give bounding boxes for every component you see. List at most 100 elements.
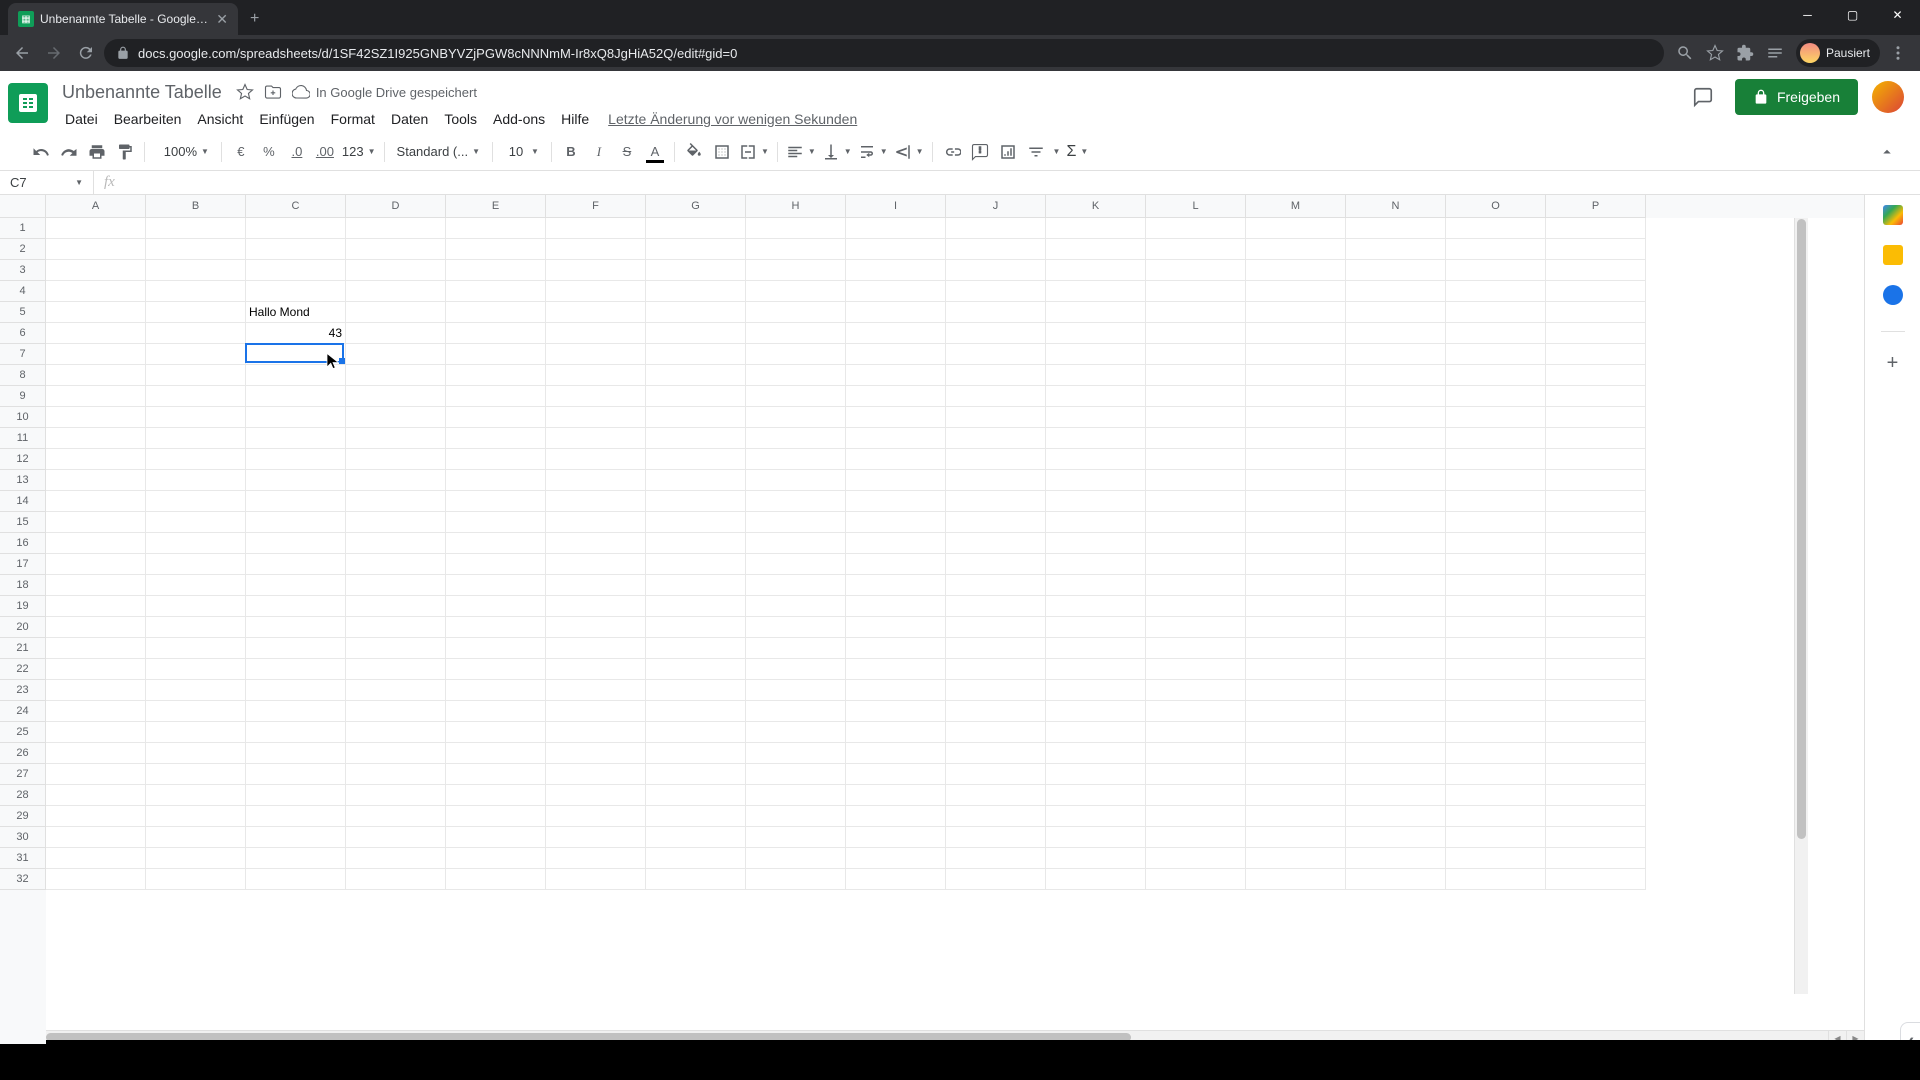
cell[interactable] (1346, 806, 1446, 827)
row-header[interactable]: 13 (0, 470, 46, 491)
cell[interactable] (446, 659, 546, 680)
cell[interactable] (446, 827, 546, 848)
cell[interactable] (146, 239, 246, 260)
cell[interactable] (1146, 764, 1246, 785)
cell[interactable] (746, 512, 846, 533)
h-align-button[interactable]: ▼ (784, 139, 818, 165)
row-header[interactable]: 20 (0, 617, 46, 638)
cell[interactable] (746, 617, 846, 638)
cell[interactable] (846, 428, 946, 449)
cell[interactable] (46, 218, 146, 239)
cell[interactable] (1146, 722, 1246, 743)
cell[interactable] (346, 659, 446, 680)
cell[interactable] (46, 533, 146, 554)
cell[interactable] (1146, 575, 1246, 596)
cell[interactable] (1246, 281, 1346, 302)
cell[interactable] (1346, 617, 1446, 638)
row-header[interactable]: 23 (0, 680, 46, 701)
cell[interactable] (446, 806, 546, 827)
cell[interactable] (946, 638, 1046, 659)
row-header[interactable]: 30 (0, 827, 46, 848)
cell[interactable] (1146, 512, 1246, 533)
cell[interactable] (246, 680, 346, 701)
cell[interactable] (1246, 617, 1346, 638)
cell[interactable] (1546, 617, 1646, 638)
cell[interactable] (46, 785, 146, 806)
doc-title[interactable]: Unbenannte Tabelle (58, 80, 226, 105)
cell[interactable] (1246, 239, 1346, 260)
cell[interactable] (346, 764, 446, 785)
formula-input[interactable] (125, 171, 1920, 194)
cell[interactable] (746, 764, 846, 785)
cell[interactable] (446, 575, 546, 596)
cell[interactable] (846, 365, 946, 386)
cell[interactable] (746, 722, 846, 743)
cell[interactable] (1046, 680, 1146, 701)
cell[interactable] (46, 344, 146, 365)
cell[interactable] (746, 785, 846, 806)
cell[interactable] (1346, 218, 1446, 239)
cell[interactable] (46, 428, 146, 449)
cell[interactable] (46, 386, 146, 407)
currency-button[interactable]: € (228, 139, 254, 165)
cell[interactable] (1546, 470, 1646, 491)
column-header[interactable]: C (246, 195, 346, 218)
cell[interactable] (1446, 302, 1546, 323)
cell[interactable] (1546, 218, 1646, 239)
cell[interactable] (1346, 470, 1446, 491)
cell[interactable] (46, 701, 146, 722)
cell[interactable] (446, 764, 546, 785)
cell[interactable] (1446, 218, 1546, 239)
cell[interactable] (1046, 470, 1146, 491)
cell[interactable] (1246, 575, 1346, 596)
cell[interactable] (1246, 764, 1346, 785)
star-icon[interactable] (236, 83, 254, 101)
cell[interactable] (1546, 491, 1646, 512)
cell[interactable] (1546, 764, 1646, 785)
move-folder-icon[interactable] (264, 83, 282, 101)
cell[interactable] (946, 827, 1046, 848)
cell[interactable]: 43 (246, 323, 346, 344)
cell[interactable] (546, 680, 646, 701)
cell[interactable] (1146, 806, 1246, 827)
cell[interactable] (746, 806, 846, 827)
cell[interactable] (846, 554, 946, 575)
cell[interactable] (446, 596, 546, 617)
cell[interactable] (746, 260, 846, 281)
cell[interactable] (446, 449, 546, 470)
cell[interactable] (1546, 869, 1646, 890)
cell[interactable] (646, 491, 746, 512)
cell[interactable] (346, 869, 446, 890)
cell[interactable] (446, 407, 546, 428)
cell[interactable] (646, 281, 746, 302)
cell[interactable] (346, 365, 446, 386)
cell[interactable] (1246, 869, 1346, 890)
row-header[interactable]: 11 (0, 428, 46, 449)
cell[interactable] (646, 743, 746, 764)
cell[interactable] (746, 701, 846, 722)
cell[interactable] (1046, 554, 1146, 575)
cell[interactable] (946, 428, 1046, 449)
cell[interactable] (746, 827, 846, 848)
cell[interactable] (746, 638, 846, 659)
cell[interactable] (146, 806, 246, 827)
row-header[interactable]: 29 (0, 806, 46, 827)
cell[interactable] (1346, 638, 1446, 659)
cell[interactable] (346, 701, 446, 722)
cell[interactable] (1346, 323, 1446, 344)
cell[interactable] (346, 323, 446, 344)
cell[interactable] (646, 701, 746, 722)
cell[interactable] (46, 827, 146, 848)
menu-addons[interactable]: Add-ons (486, 107, 552, 131)
cell[interactable] (1146, 218, 1246, 239)
cell[interactable] (846, 386, 946, 407)
cell[interactable] (646, 323, 746, 344)
cell[interactable] (1446, 407, 1546, 428)
borders-button[interactable] (709, 139, 735, 165)
cell[interactable] (946, 848, 1046, 869)
cell[interactable] (1446, 848, 1546, 869)
cell[interactable] (1546, 239, 1646, 260)
insert-comment-button[interactable] (967, 139, 993, 165)
cell[interactable] (546, 722, 646, 743)
cell[interactable] (1046, 218, 1146, 239)
